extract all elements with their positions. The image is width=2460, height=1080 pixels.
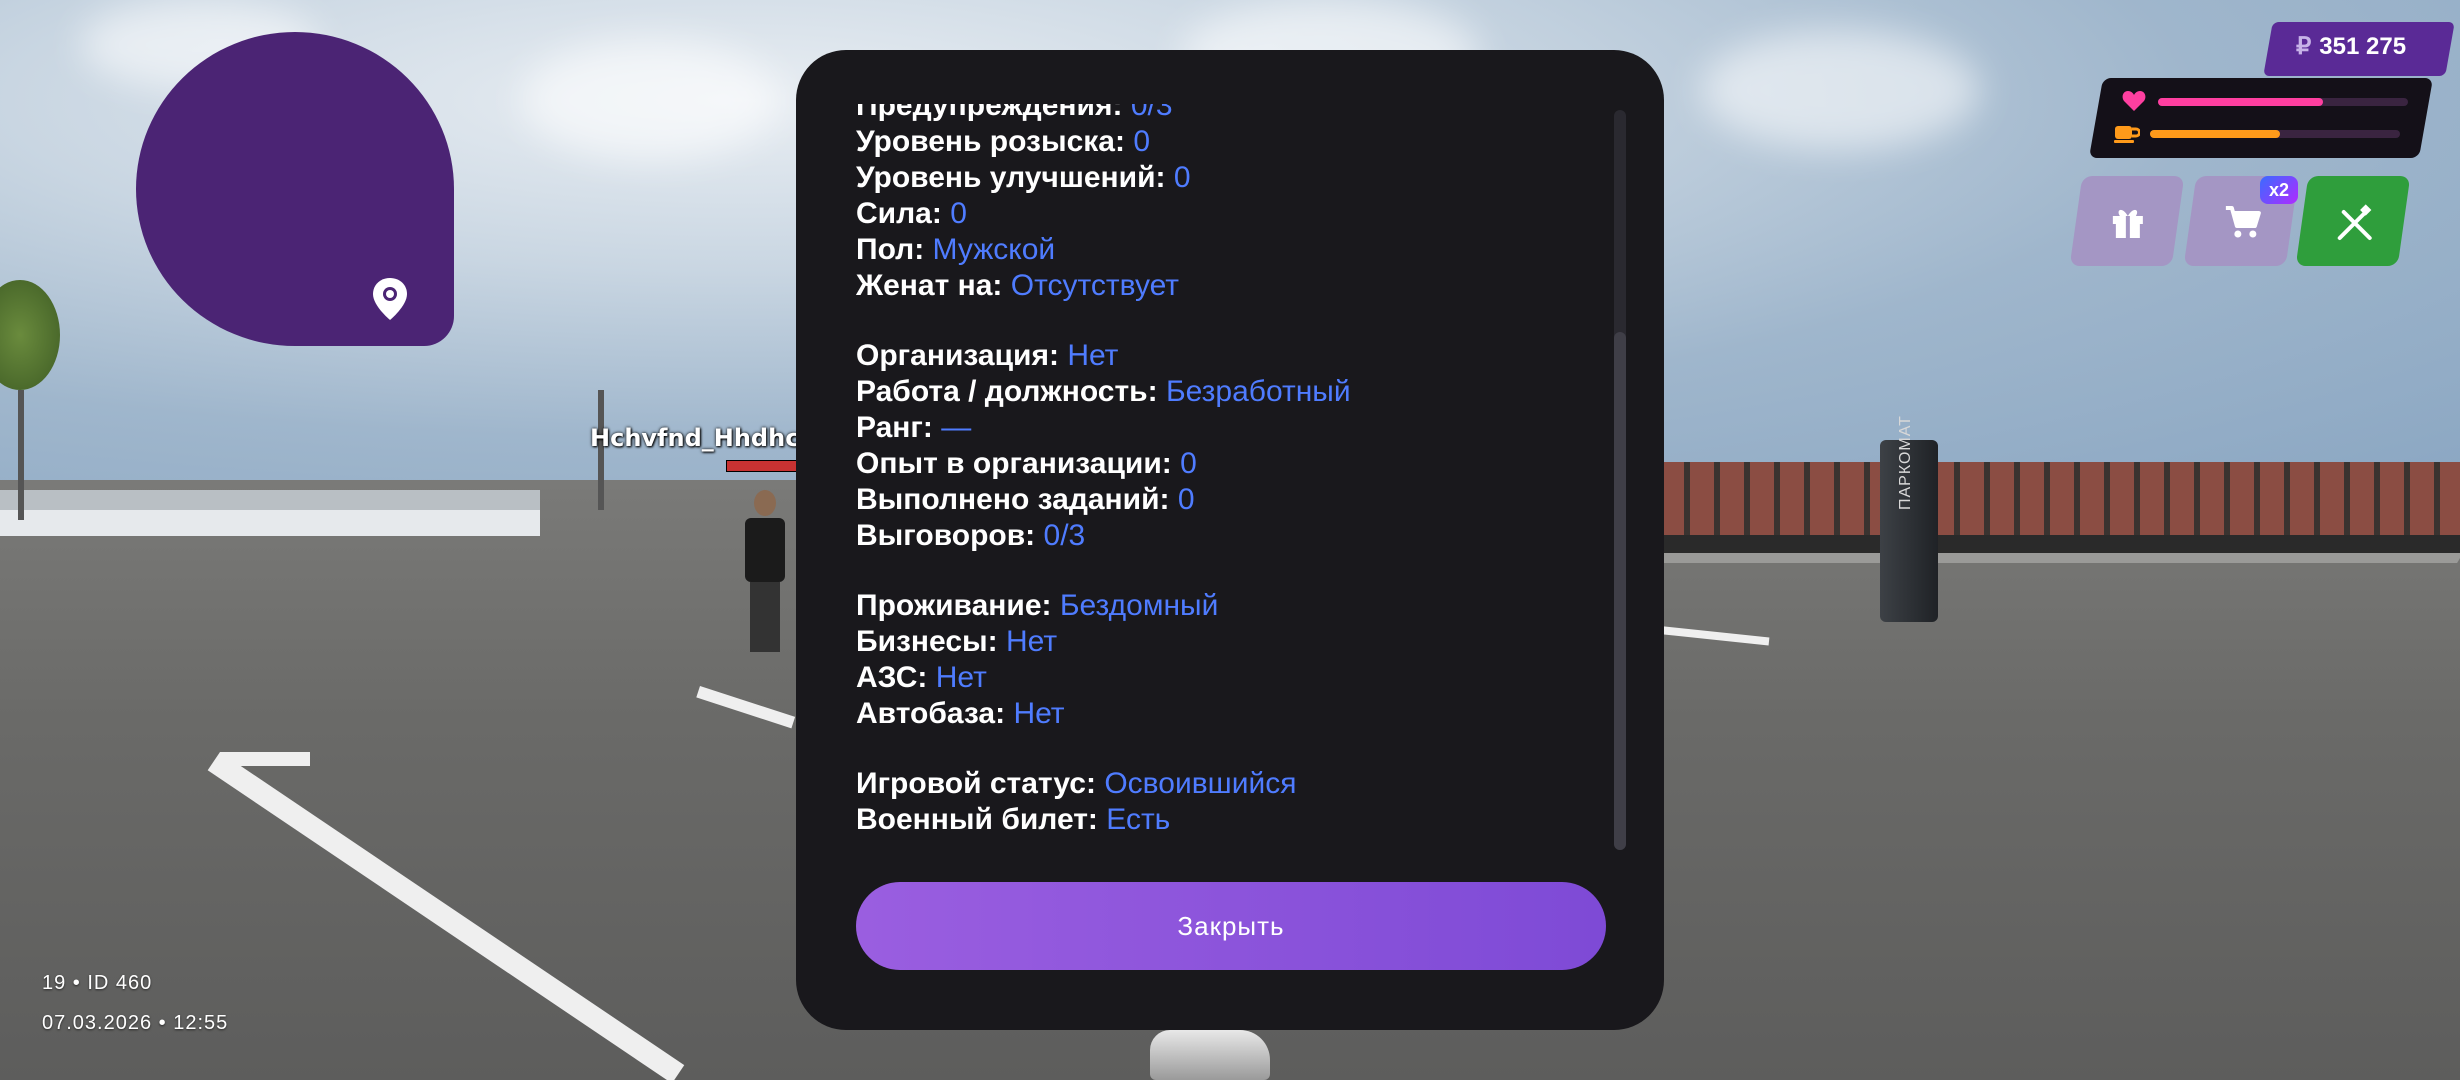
stat-row: Ранг: — [856, 410, 1351, 446]
stat-label: Автобаза: [856, 697, 1006, 730]
stat-value: Нет [935, 661, 987, 694]
stat-row: Уровень улучшений: 0 [856, 160, 1351, 196]
curb [1657, 553, 2460, 563]
weapon-icon [2337, 204, 2372, 240]
stat-value: Мужской [932, 233, 1056, 266]
gift-button[interactable] [2069, 176, 2185, 266]
stat-row: Военный билет: Есть [856, 802, 1351, 838]
stat-row: Игровой статус: Освоившийся [856, 766, 1351, 802]
stat-row: Опыт в организации: 0 [856, 446, 1351, 482]
white-wall [0, 510, 540, 536]
stat-row: Женат на: Отсутствует [856, 268, 1351, 304]
stat-value: 0 [1173, 161, 1191, 194]
lamp-post [18, 390, 24, 520]
stat-value: Безработный [1165, 375, 1351, 408]
red-fence [1660, 462, 2460, 542]
stat-value: Нет [1005, 625, 1058, 658]
character-torso [745, 518, 785, 582]
stat-row: Автобаза: Нет [856, 696, 1351, 732]
cloud [1700, 30, 1980, 150]
stat-value: 0/3 [1130, 104, 1173, 122]
stat-value: Нет [1013, 697, 1065, 730]
stats-list: Предупреждения: 0/3 Уровень розыска: 0 Уро… [856, 104, 1351, 838]
stat-value: Отсутствует [1010, 269, 1180, 302]
health-bar-fill [2158, 98, 2323, 106]
stat-value: 0 [1177, 483, 1195, 516]
own-character-shoe [1150, 1030, 1270, 1080]
fence-base [1660, 535, 2460, 553]
stat-label: Уровень улучшений: [856, 161, 1166, 194]
stat-row: Бизнесы: Нет [856, 624, 1351, 660]
cup-icon [2114, 124, 2141, 149]
ruble-icon: ₽ [2296, 33, 2312, 60]
player-health-bar [726, 460, 798, 472]
shop-bonus-badge: x2 [2260, 176, 2298, 204]
stat-row: АЗС: Нет [856, 660, 1351, 696]
stat-row: Выполнено заданий: 0 [856, 482, 1351, 518]
stat-row: Сила: 0 [856, 196, 1351, 232]
stats-scroll-area[interactable]: Предупреждения: 0/3 Уровень розыска: 0 Уро… [796, 104, 1556, 894]
hunger-bar [2150, 130, 2400, 138]
cloud [520, 40, 780, 160]
stat-label: Сила: [856, 197, 942, 230]
cart-icon [2225, 206, 2261, 238]
money-amount: 351 275 [2319, 33, 2407, 60]
character-legs [750, 582, 780, 652]
gift-icon [2112, 209, 2143, 238]
stat-row: Уровень розыска: 0 [856, 124, 1351, 160]
stat-row: Выговоров: 0/3 [856, 518, 1351, 554]
stat-row: Работа / должность: Безработный [856, 374, 1351, 410]
datetime-text: 07.03.2026 • 12:55 [42, 1012, 229, 1034]
stat-label: Предупреждения: [856, 104, 1123, 122]
hunger-bar-fill [2150, 130, 2280, 138]
stat-label: Выполнено заданий: [856, 483, 1170, 516]
parking-meter-label: ПАРКОМАТ [1897, 415, 1914, 510]
stat-label: Опыт в организации: [856, 447, 1172, 480]
stat-value: 0 [1133, 125, 1150, 158]
stat-value: Бездомный [1059, 589, 1219, 622]
stat-value: — [941, 411, 972, 444]
stat-label: АЗС: [856, 661, 928, 694]
health-bar [2158, 98, 2408, 106]
stat-row: Предупреждения: 0/3 [856, 104, 1351, 124]
stat-label: Организация: [856, 339, 1059, 372]
scrollbar-thumb[interactable] [1614, 332, 1626, 850]
player-stats-dialog: Предупреждения: 0/3 Уровень розыска: 0 Уро… [796, 50, 1664, 1030]
stat-label: Женат на: [856, 269, 1003, 302]
location-pin-icon[interactable] [370, 276, 410, 322]
money-display: ₽351 275 [2296, 32, 2406, 61]
stat-value: 0 [950, 197, 967, 230]
stat-row: Проживание: Бездомный [856, 588, 1351, 624]
stat-value: Есть [1106, 803, 1171, 836]
stat-row: Пол: Мужской [856, 232, 1351, 268]
stat-row: Организация: Нет [856, 338, 1351, 374]
heart-icon [2122, 90, 2146, 117]
player-nametag: Hchvfnd_Hhdhc [590, 424, 800, 452]
stat-value: 0 [1180, 447, 1197, 480]
stat-label: Работа / должность: [856, 375, 1158, 408]
stat-label: Выговоров: [856, 519, 1036, 552]
close-button[interactable]: Закрыть [856, 882, 1606, 970]
stat-value: Нет [1067, 339, 1119, 372]
stat-label: Игровой статус: [856, 767, 1096, 800]
stat-label: Проживание: [856, 589, 1052, 622]
stat-value: 0/3 [1043, 519, 1086, 552]
stat-label: Военный билет: [856, 803, 1098, 836]
stat-label: Пол: [856, 233, 925, 266]
parking-stripe [220, 752, 310, 766]
stat-label: Уровень розыска: [856, 125, 1125, 158]
server-id-text: 19 • ID 460 [42, 972, 153, 994]
stat-value: Освоившийся [1104, 767, 1297, 800]
character-head [754, 490, 776, 516]
stat-label: Ранг: [856, 411, 933, 444]
weapon-button[interactable] [2295, 176, 2411, 266]
player-character [742, 490, 788, 670]
stat-label: Бизнесы: [856, 625, 998, 658]
